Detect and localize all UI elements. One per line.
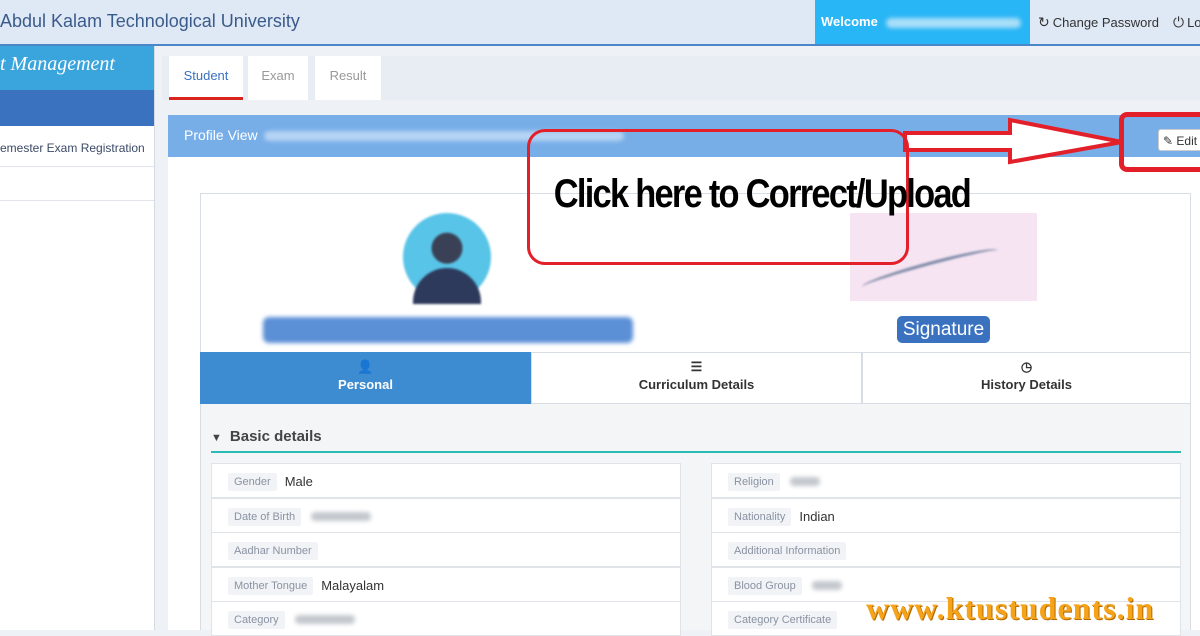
field-label: Nationality [728, 507, 792, 526]
subtab-curriculum-details[interactable]: ☰ Curriculum Details [531, 352, 862, 404]
field-value: Malayalam [321, 578, 385, 594]
field-additional-information: Additional Information [711, 532, 1181, 567]
refresh-icon: ↻ [1038, 14, 1050, 30]
field-religion: Religion [711, 463, 1181, 498]
signature-badge: Signature [897, 316, 990, 343]
field-nationality: Nationality Indian [711, 498, 1181, 533]
change-password-label: Change Password [1052, 15, 1159, 30]
field-label: Aadhar Number [228, 541, 318, 560]
section-divider [211, 451, 1181, 453]
subtab-history-details[interactable]: ◷ History Details [862, 352, 1191, 404]
sidebar-item-empty[interactable] [0, 166, 154, 201]
field-label: Additional Information [728, 541, 847, 560]
blurred-value [311, 512, 372, 522]
site-watermark: www.ktustudents.in [866, 590, 1155, 626]
red-arrow-annotation [903, 117, 1123, 165]
field-label: Category Certificate [728, 610, 838, 629]
subtab-personal-label: Personal [338, 377, 393, 392]
field-gender: Gender Male [211, 463, 681, 498]
field-value: Indian [799, 509, 835, 525]
field-label: Date of Birth [228, 507, 302, 526]
field-mother-tongue: Mother Tongue Malayalam [211, 567, 681, 602]
subtab-history-label: History Details [980, 377, 1073, 392]
app-title: Abdul Kalam Technological University [0, 11, 300, 31]
field-label: Gender [228, 472, 277, 491]
blurred-student-name-badge [263, 317, 633, 343]
change-password-link[interactable]: ↻ Change Password [1038, 14, 1159, 31]
field-label: Category [228, 610, 285, 629]
blurred-value [294, 615, 355, 625]
field-category: Category [211, 601, 681, 636]
basic-details-toggle[interactable]: ▼ Basic details [211, 428, 322, 445]
list-icon: ☰ [690, 359, 703, 374]
logout-link[interactable]: ⏻ Lo [1173, 14, 1200, 31]
blurred-user-name [885, 17, 1021, 28]
logout-label: Lo [1187, 15, 1200, 30]
tab-result[interactable]: Result [315, 56, 381, 100]
field-label: Mother Tongue [228, 576, 314, 595]
basic-details-heading: Basic details [229, 428, 322, 445]
edit-highlight-box [1119, 112, 1200, 172]
field-value: Male [284, 474, 313, 490]
tab-exam[interactable]: Exam [248, 56, 308, 100]
sidebar-heading: t Management [0, 46, 154, 90]
subtab-curriculum-label: Curriculum Details [638, 377, 755, 392]
callout-text: Click here to Correct/Upload [553, 172, 972, 216]
field-label: Blood Group [728, 576, 802, 595]
power-icon: ⏻ [1173, 14, 1185, 30]
welcome-user: Welcome [815, 0, 1030, 44]
user-icon: 👤 [357, 359, 374, 374]
tab-student[interactable]: Student [169, 56, 243, 100]
profile-view-title: Profile View [184, 127, 258, 143]
sidebar-item-exam-registration[interactable]: emester Exam Registration [0, 126, 154, 167]
field-label: Religion [728, 472, 780, 491]
chevron-down-icon: ▼ [211, 432, 222, 444]
sidebar-active-band[interactable] [0, 90, 154, 126]
welcome-label: Welcome [821, 14, 878, 29]
field-date-of-birth: Date of Birth [211, 498, 681, 533]
blurred-value [811, 581, 842, 591]
clock-icon: ◷ [1020, 359, 1033, 374]
subtab-personal[interactable]: 👤 Personal [200, 352, 531, 404]
field-aadhar-number: Aadhar Number [211, 532, 681, 567]
blurred-value [789, 477, 820, 487]
